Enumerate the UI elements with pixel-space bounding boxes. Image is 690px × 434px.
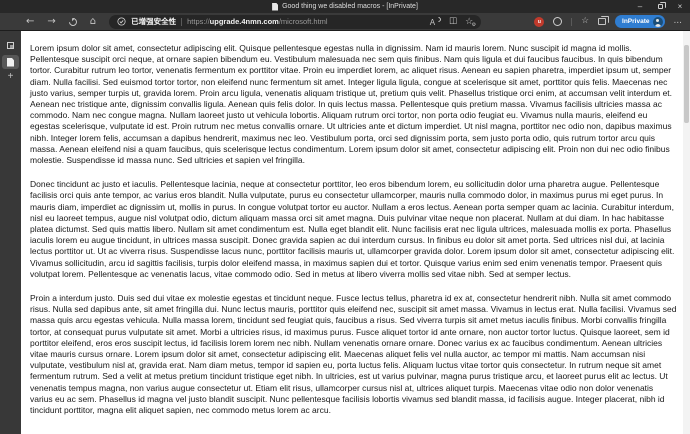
minimize-button[interactable]: –: [630, 0, 650, 13]
split-screen-button[interactable]: ◫: [449, 17, 457, 26]
inprivate-badge[interactable]: InPrivate: [615, 15, 665, 28]
tab-active[interactable]: [2, 55, 19, 69]
restore-icon: [657, 2, 666, 9]
gear-icon: ⚙: [471, 22, 477, 28]
url-scheme: https://: [187, 17, 210, 26]
refresh-button[interactable]: [67, 15, 79, 28]
urlbar-actions: A ◫ ☆ ⚙: [430, 16, 477, 28]
back-button[interactable]: ←: [26, 16, 34, 27]
extension-icon[interactable]: [553, 17, 563, 26]
close-button[interactable]: ×: [670, 0, 690, 13]
watermark-shape: [55, 417, 103, 434]
paragraph: Proin a interdum justo. Duis sed dui vit…: [30, 293, 677, 416]
url-host: upgrade.4nmn.com: [209, 17, 279, 26]
browser-window: Good thing we disabled macros - [InPriva…: [0, 0, 690, 434]
paragraph: Lorem ipsum dolor sit amet, consectetur …: [30, 43, 673, 166]
urlbar-divider: [181, 17, 183, 26]
toolbar: ← → ⌂ 已增强安全性 https://upgrade.4nmn.com/mi…: [0, 13, 690, 31]
scrollbar-track[interactable]: [683, 31, 690, 434]
vertical-tabstrip: +: [0, 31, 21, 434]
main-area: + Lorem ipsum dolor sit amet, consectetu…: [0, 31, 690, 434]
window-title: Good thing we disabled macros - [InPriva…: [282, 3, 418, 10]
address-bar[interactable]: 已增强安全性 https://upgrade.4nmn.com/microsof…: [109, 14, 482, 29]
security-shield-icon[interactable]: [117, 17, 126, 26]
paragraph: Donec tincidunt ac justo et iaculis. Pel…: [30, 179, 675, 279]
more-options-button[interactable]: …: [674, 17, 683, 26]
enhanced-security-label[interactable]: 已增强安全性: [131, 16, 176, 27]
favorites-star-button[interactable]: ☆: [581, 17, 589, 26]
ublock-extension-icon[interactable]: u: [534, 16, 545, 27]
page-content: Lorem ipsum dolor sit amet, consectetur …: [21, 31, 690, 434]
scrollbar-thumb[interactable]: [684, 45, 689, 123]
inprivate-label: InPrivate: [622, 18, 650, 25]
new-tab-button[interactable]: +: [8, 72, 14, 82]
url-path: /microsoft.html: [278, 17, 328, 26]
restore-button[interactable]: [650, 0, 670, 13]
forward-button[interactable]: →: [47, 16, 55, 27]
read-aloud-button[interactable]: A: [430, 17, 441, 27]
home-button[interactable]: ⌂: [90, 16, 96, 27]
toolbar-divider: [571, 17, 573, 26]
title-group: Good thing we disabled macros - [InPriva…: [272, 2, 418, 11]
tab-favicon-icon: [7, 41, 14, 49]
window-controls: – ×: [630, 0, 690, 13]
tab-background[interactable]: [2, 38, 19, 52]
page-icon: [272, 2, 279, 11]
toolbar-right: u ☆ InPrivate …: [534, 15, 682, 28]
titlebar: Good thing we disabled macros - [InPriva…: [0, 0, 690, 13]
url-text: https://upgrade.4nmn.com/microsoft.html: [187, 17, 327, 26]
document-icon: [7, 57, 14, 67]
collections-button[interactable]: [598, 16, 610, 25]
favorites-hub-button[interactable]: ☆ ⚙: [465, 16, 477, 28]
profile-avatar: [652, 16, 663, 27]
